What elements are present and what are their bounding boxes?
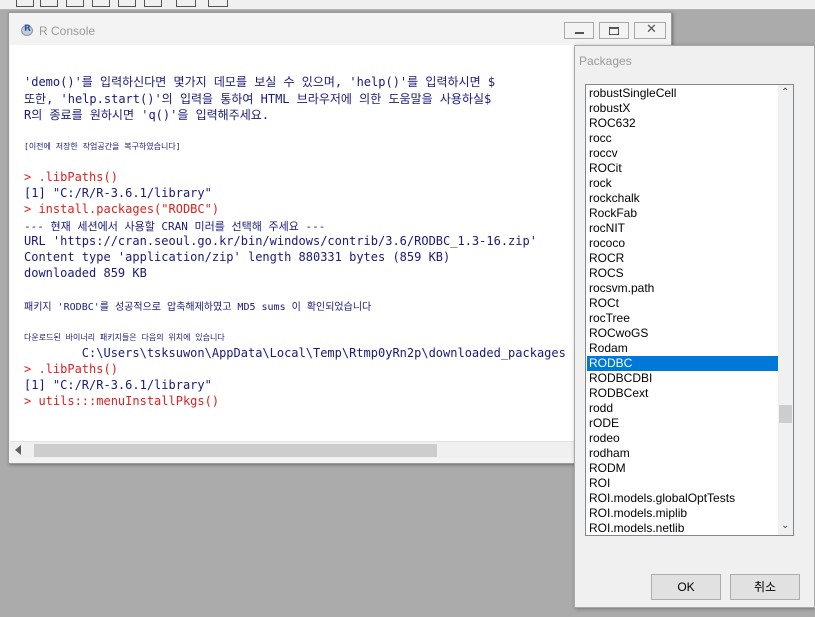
toolbar-button[interactable]	[176, 0, 196, 7]
console-line: [1] "C:/R/R-3.6.1/library"	[24, 186, 212, 200]
package-item[interactable]: ROI	[587, 476, 778, 491]
package-item-selected[interactable]: RODBC	[587, 356, 778, 371]
package-item[interactable]: RODBCDBI	[587, 371, 778, 386]
package-item[interactable]: ROCS	[587, 266, 778, 281]
console-line: URL 'https://cran.seoul.go.kr/bin/window…	[24, 234, 537, 248]
restore-button[interactable]	[599, 22, 629, 39]
package-item[interactable]: rodham	[587, 446, 778, 461]
package-item[interactable]: ROI.models.globalOptTests	[587, 491, 778, 506]
toolbar-button[interactable]	[118, 0, 136, 7]
scroll-up-icon[interactable]: ⌃	[781, 88, 789, 98]
close-icon: ✕	[646, 22, 657, 37]
console-line: [1] "C:/R/R-3.6.1/library"	[24, 378, 212, 392]
console-command-line: > utils:::menuInstallPkgs()	[24, 394, 220, 408]
package-item[interactable]: ROC632	[587, 116, 778, 131]
package-item[interactable]: roccv	[587, 146, 778, 161]
package-item[interactable]: RODM	[587, 461, 778, 476]
package-item[interactable]: ROI.models.netlib	[587, 521, 778, 535]
minimize-button[interactable]	[564, 22, 594, 39]
console-line: [이전에 저장한 작업공간을 복구하였습니다]	[24, 142, 181, 151]
console-titlebar[interactable]: R R Console ✕	[9, 13, 671, 45]
toolbar-button[interactable]	[144, 0, 162, 7]
toolbar-button[interactable]	[40, 0, 58, 7]
package-item[interactable]: rodd	[587, 401, 778, 416]
console-line: C:\Users\tsksuwon\AppData\Local\Temp\Rtm…	[24, 346, 566, 360]
package-item[interactable]: rodeo	[587, 431, 778, 446]
package-item[interactable]: ROCwoGS	[587, 326, 778, 341]
packages-dialog: Packages robustSingleCell robustX ROC632…	[574, 45, 815, 608]
restore-icon	[609, 27, 619, 35]
mdi-toolbar-strip	[0, 0, 815, 10]
package-item[interactable]: RODBCext	[587, 386, 778, 401]
toolbar-button[interactable]	[208, 0, 228, 7]
package-item[interactable]: rococo	[587, 236, 778, 251]
console-command-line: > .libPaths()	[24, 362, 118, 376]
r-console-window: R R Console ✕ 'demo()'를 입력하신다면 몇가지 데모를 보…	[8, 12, 672, 464]
console-line: downloaded 859 KB	[24, 266, 147, 280]
scrollbar-thumb[interactable]	[34, 444, 437, 457]
console-line: Content type 'application/zip' length 88…	[24, 250, 451, 264]
console-line: R의 종료를 원하시면 'q()'을 입력해주세요.	[24, 108, 270, 122]
scroll-left-icon[interactable]	[15, 445, 21, 455]
r-logo-letter: R	[24, 24, 31, 34]
scrollbar-thumb[interactable]	[779, 405, 792, 423]
dialog-title: Packages	[579, 54, 632, 68]
console-line: 다운로드된 바이너리 패키지들은 다음의 위치에 있습니다	[24, 333, 225, 342]
ok-button[interactable]: OK	[651, 574, 721, 600]
packages-listbox[interactable]: robustSingleCell robustX ROC632 rocc roc…	[585, 84, 794, 536]
package-item[interactable]: ROCit	[587, 161, 778, 176]
package-item[interactable]: ROCt	[587, 296, 778, 311]
console-line: --- 현재 세션에서 사용할 CRAN 미러를 선택해 주세요 ---	[24, 220, 326, 233]
package-item[interactable]: ROI.models.miplib	[587, 506, 778, 521]
console-title: R Console	[39, 24, 96, 38]
listbox-vertical-scrollbar[interactable]: ⌃ ⌄	[778, 85, 793, 535]
console-line: 'demo()'를 입력하신다면 몇가지 데모를 보실 수 있으며, 'help…	[24, 75, 496, 89]
package-item[interactable]: ROCR	[587, 251, 778, 266]
package-item[interactable]: rODE	[587, 416, 778, 431]
package-item[interactable]: RockFab	[587, 206, 778, 221]
console-line: 또한, 'help.start()'의 입력을 통하여 HTML 브라우저에 의…	[24, 92, 492, 106]
package-item[interactable]: rockchalk	[587, 191, 778, 206]
console-output[interactable]: 'demo()'를 입력하신다면 몇가지 데모를 보실 수 있으며, 'help…	[10, 45, 671, 451]
r-logo-icon: R	[21, 24, 33, 36]
console-command-line: > .libPaths()	[24, 170, 118, 184]
cancel-button[interactable]: 취소	[730, 574, 800, 600]
toolbar-button[interactable]	[92, 0, 110, 7]
package-item[interactable]: rocc	[587, 131, 778, 146]
console-horizontal-scrollbar[interactable]	[10, 441, 671, 458]
toolbar-button[interactable]	[66, 0, 84, 7]
scroll-down-icon[interactable]: ⌄	[781, 521, 789, 531]
package-item[interactable]: rocNIT	[587, 221, 778, 236]
minimize-icon	[575, 32, 584, 34]
package-item[interactable]: robustX	[587, 101, 778, 116]
toolbar-button[interactable]	[16, 0, 34, 7]
package-item[interactable]: rock	[587, 176, 778, 191]
package-item[interactable]: Rodam	[587, 341, 778, 356]
console-line: 패키지 'RODBC'를 성공적으로 압축해제하였고 MD5 sums 이 확인…	[24, 302, 372, 313]
package-item[interactable]: rocsvm.path	[587, 281, 778, 296]
console-command-line: > install.packages("RODBC")	[24, 202, 220, 216]
package-item[interactable]: rocTree	[587, 311, 778, 326]
close-button[interactable]: ✕	[634, 22, 666, 39]
package-item[interactable]: robustSingleCell	[587, 86, 778, 101]
